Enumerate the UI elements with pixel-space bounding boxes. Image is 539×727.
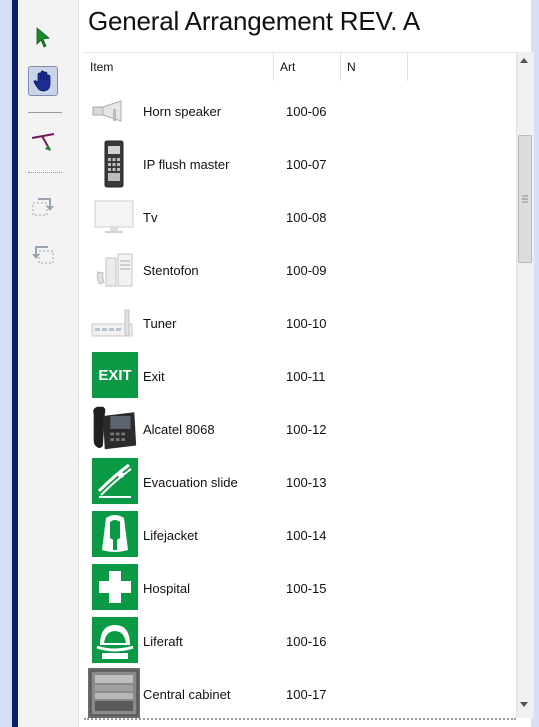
art-number: 100-08 bbox=[286, 210, 327, 225]
lifejacket-icon bbox=[92, 511, 138, 557]
art-number: 100-13 bbox=[286, 475, 327, 490]
item-name: Tuner bbox=[143, 316, 177, 331]
connect-tool-icon[interactable] bbox=[28, 128, 58, 158]
table-row[interactable]: Alcatel 8068 100-12 bbox=[84, 403, 514, 456]
item-name: Tv bbox=[143, 210, 158, 225]
ip-flush-master-icon bbox=[90, 140, 138, 188]
hospital-cross-icon bbox=[92, 564, 138, 610]
art-number: 100-16 bbox=[286, 634, 327, 649]
art-number: 100-14 bbox=[286, 528, 327, 543]
art-number: 100-15 bbox=[286, 581, 327, 596]
select-arrow-icon[interactable] bbox=[28, 22, 58, 52]
equipment-table: Item Art N Horn speaker 100-06 IP flush … bbox=[84, 52, 516, 719]
art-number: 100-10 bbox=[286, 316, 327, 331]
art-number: 100-09 bbox=[286, 263, 327, 278]
item-name: Evacuation slide bbox=[143, 475, 238, 490]
tool-palette bbox=[18, 0, 79, 727]
tv-icon bbox=[90, 193, 138, 241]
item-name: Alcatel 8068 bbox=[143, 422, 215, 437]
table-header: Item Art N bbox=[84, 53, 514, 81]
scrollbar-thumb[interactable] bbox=[518, 135, 532, 263]
item-name: Stentofon bbox=[143, 263, 199, 278]
column-header-item[interactable]: Item bbox=[84, 53, 274, 81]
evacuation-slide-icon bbox=[92, 458, 138, 504]
art-number: 100-11 bbox=[286, 369, 326, 384]
exit-sign-icon: EXIT bbox=[92, 352, 138, 398]
item-name: Exit bbox=[143, 369, 165, 384]
table-row[interactable]: Stentofon 100-09 bbox=[84, 244, 514, 297]
tuner-icon bbox=[90, 299, 138, 347]
pan-hand-icon[interactable] bbox=[28, 66, 58, 96]
item-name: Central cabinet bbox=[143, 687, 231, 702]
table-row[interactable]: Evacuation slide 100-13 bbox=[84, 456, 514, 509]
rotate-right-icon[interactable] bbox=[28, 192, 58, 222]
item-name: Liferaft bbox=[143, 634, 183, 649]
exit-sign-text: EXIT bbox=[98, 366, 132, 384]
item-name: Hospital bbox=[143, 581, 190, 596]
table-row[interactable]: Tv 100-08 bbox=[84, 191, 514, 244]
horn-speaker-icon bbox=[90, 87, 138, 135]
liferaft-icon bbox=[92, 617, 138, 663]
scroll-down-icon[interactable] bbox=[520, 702, 528, 707]
table-row[interactable]: EXIT Exit 100-11 bbox=[84, 350, 514, 403]
table-row[interactable]: Hospital 100-15 bbox=[84, 562, 514, 615]
rotate-left-icon[interactable] bbox=[28, 240, 58, 270]
central-cabinet-icon bbox=[88, 668, 140, 718]
scroll-up-icon[interactable] bbox=[520, 58, 528, 63]
bottom-divider bbox=[84, 718, 516, 720]
item-name: Horn speaker bbox=[143, 104, 222, 119]
column-header-art[interactable]: Art bbox=[274, 53, 341, 81]
art-number: 100-06 bbox=[286, 104, 327, 119]
art-number: 100-12 bbox=[286, 422, 327, 437]
table-row[interactable]: Central cabinet 100-17 bbox=[84, 668, 514, 719]
table-row[interactable]: IP flush master 100-07 bbox=[84, 138, 514, 191]
grip-icon bbox=[522, 195, 528, 203]
page-title: General Arrangement REV. A bbox=[88, 6, 421, 36]
table-row[interactable]: Horn speaker 100-06 bbox=[84, 85, 514, 138]
column-header-n[interactable]: N bbox=[341, 53, 408, 81]
table-row[interactable]: Lifejacket 100-14 bbox=[84, 509, 514, 562]
item-name: Lifejacket bbox=[143, 528, 198, 543]
stentofon-icon bbox=[90, 246, 138, 294]
art-number: 100-07 bbox=[286, 157, 327, 172]
art-number: 100-17 bbox=[286, 687, 327, 702]
desk-phone-icon bbox=[90, 404, 138, 452]
table-row[interactable]: Tuner 100-10 bbox=[84, 297, 514, 350]
item-name: IP flush master bbox=[143, 157, 230, 172]
vertical-scrollbar[interactable] bbox=[516, 52, 534, 718]
table-row[interactable]: Liferaft 100-16 bbox=[84, 615, 514, 668]
